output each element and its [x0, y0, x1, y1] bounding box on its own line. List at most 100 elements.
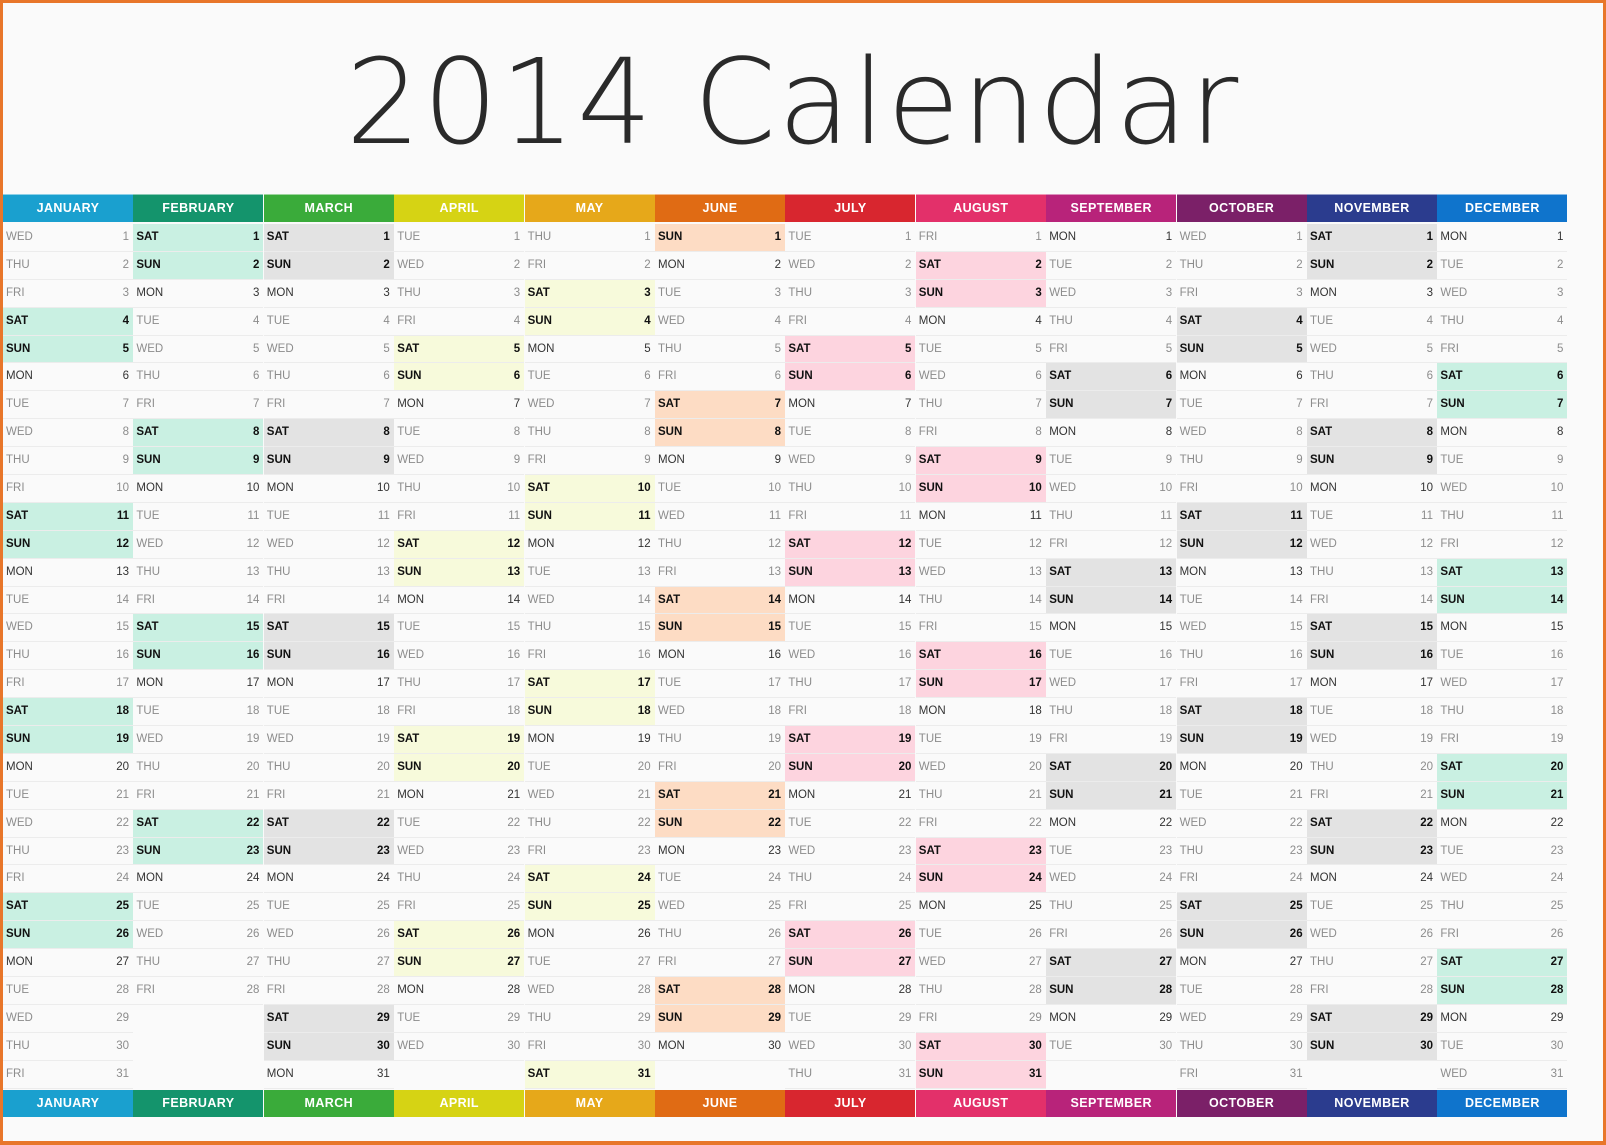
day-name: SUN — [136, 454, 161, 467]
day-name: THU — [788, 1067, 813, 1080]
day-name: SUN — [397, 760, 422, 773]
month-footer-september: SEPTEMBER — [1046, 1089, 1177, 1117]
day-name: FRI — [527, 649, 547, 662]
day-name: THU — [136, 760, 161, 773]
day-number: 4 — [1165, 314, 1173, 327]
day-name: SAT — [527, 872, 550, 885]
day-row: SAT 4 — [3, 307, 133, 336]
day-number: 9 — [1556, 454, 1564, 467]
day-name: TUE — [1049, 844, 1073, 857]
day-name: TUE — [1440, 454, 1464, 467]
day-name: FRI — [266, 593, 286, 606]
day-number: 22 — [637, 816, 651, 829]
day-row: SUN 6 — [394, 363, 525, 392]
day-number: 7 — [1556, 398, 1564, 411]
day-row: MON 16 — [655, 642, 785, 671]
day-name: TUE — [788, 816, 812, 829]
day-row: TUE 28 — [1176, 977, 1307, 1005]
day-number: 12 — [507, 537, 521, 550]
day-row: WED 28 — [524, 977, 655, 1005]
day-number: 11 — [247, 509, 260, 522]
day-number: 21 — [637, 788, 651, 801]
day-name: FRI — [6, 677, 25, 690]
day-number: 3 — [1296, 286, 1303, 299]
day-name: MON — [918, 900, 946, 913]
day-row: SAT 6 — [1437, 363, 1568, 392]
day-number: 2 — [252, 258, 260, 271]
day-row: FRI 24 — [3, 865, 133, 894]
day-row: THU 13 — [263, 559, 394, 587]
day-name: TUE — [1440, 844, 1464, 857]
day-row: WED 24 — [1437, 865, 1568, 894]
day-name: SAT — [658, 788, 681, 801]
day-number: 14 — [507, 593, 521, 606]
day-number: 17 — [1029, 677, 1042, 690]
day-number: 16 — [1029, 649, 1042, 662]
day-row: MON 13 — [3, 559, 133, 587]
day-number: 5 — [1165, 342, 1173, 355]
day-number: 16 — [1550, 649, 1564, 662]
day-name: WED — [1179, 426, 1207, 439]
day-row: SAT 5 — [394, 335, 525, 364]
day-row: FRI 5 — [1046, 336, 1177, 364]
day-name: THU — [1310, 760, 1334, 773]
day-row: MON 8 — [1046, 419, 1177, 448]
day-name: SUN — [788, 956, 813, 969]
day-number: 8 — [383, 426, 390, 439]
day-number: 8 — [904, 426, 912, 439]
day-row: WED 16 — [785, 642, 916, 671]
day-name: WED — [788, 844, 816, 857]
day-row: FRI 7 — [1307, 391, 1437, 420]
month-footer-august: AUGUST — [915, 1089, 1046, 1117]
day-row: TUE 21 — [3, 782, 133, 810]
day-name: TUE — [658, 482, 681, 495]
month-footer-june: JUNE — [655, 1089, 785, 1117]
day-name: TUE — [1310, 509, 1333, 522]
day-number: 14 — [1550, 593, 1564, 606]
day-name: MON — [397, 398, 425, 411]
day-number: 22 — [1029, 816, 1042, 829]
day-row: THU 24 — [394, 865, 525, 894]
day-name: TUE — [1179, 984, 1203, 997]
day-number: 22 — [768, 816, 781, 829]
day-number: 8 — [774, 426, 781, 439]
day-name: SAT — [788, 537, 811, 550]
day-row: THU 4 — [1046, 308, 1177, 336]
day-number: 17 — [116, 677, 129, 690]
day-number: 2 — [774, 258, 781, 271]
day-name: FRI — [658, 956, 677, 969]
day-row: SAT 1 — [263, 224, 394, 252]
day-name: MON — [136, 482, 164, 495]
day-row: TUE 30 — [1437, 1033, 1568, 1061]
day-number: 20 — [898, 760, 912, 773]
day-row: TUE 11 — [1307, 503, 1437, 531]
day-number: 23 — [377, 844, 390, 857]
day-name: THU — [788, 677, 813, 690]
day-name: MON — [527, 733, 555, 746]
day-row: TUE 1 — [785, 224, 916, 252]
day-name: FRI — [788, 314, 807, 327]
day-number: 24 — [246, 872, 260, 885]
day-row: SUN 16 — [133, 642, 264, 671]
day-number: 5 — [513, 342, 521, 355]
day-name: WED — [6, 231, 33, 243]
day-row: FRI 16 — [524, 642, 655, 671]
day-number: 11 — [899, 509, 912, 522]
day-row: SAT 1 — [1307, 224, 1437, 252]
day-name: FRI — [918, 426, 938, 439]
day-name: THU — [136, 565, 161, 578]
day-row: SAT 29 — [263, 1004, 394, 1033]
day-number: 4 — [904, 314, 912, 327]
day-name: SAT — [658, 593, 681, 606]
day-row: SUN 13 — [394, 558, 525, 587]
day-row: SAT 18 — [1176, 698, 1307, 727]
day-row: TUE 22 — [394, 810, 525, 838]
month-footer-july: JULY — [785, 1089, 916, 1117]
day-name: TUE — [918, 928, 942, 941]
day-number: 15 — [898, 621, 912, 634]
day-row: MON 28 — [785, 977, 916, 1005]
day-number: 7 — [383, 398, 390, 411]
day-name: THU — [788, 872, 813, 885]
day-row: FRI 10 — [3, 475, 133, 503]
day-number: 16 — [768, 649, 781, 662]
